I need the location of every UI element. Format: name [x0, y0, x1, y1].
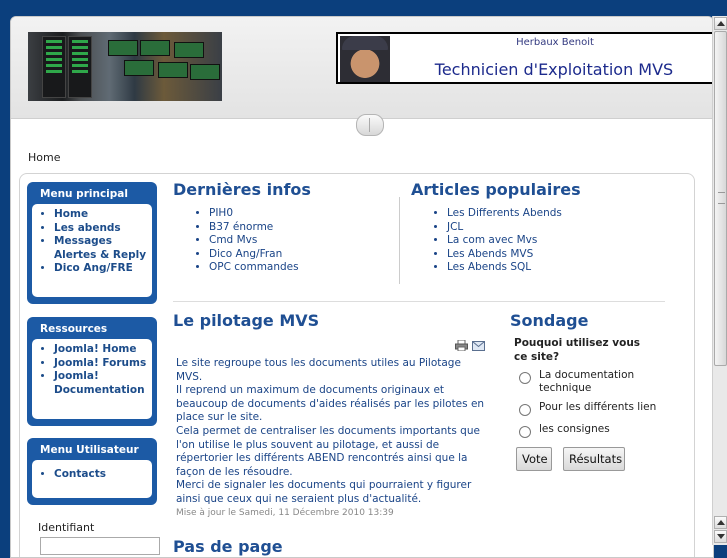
article-paragraph: Il reprend un maximum de documents origi… — [176, 384, 485, 424]
radio-button[interactable] — [519, 426, 531, 438]
list-item[interactable]: Les Abends MVS — [447, 248, 562, 262]
menu-principal: Menu principal Home Les abends Messages … — [27, 182, 157, 304]
list-item[interactable]: Les Abends SQL — [447, 261, 562, 275]
menu-item-joomla-forums[interactable]: Joomla! Forums — [54, 357, 152, 371]
menu-principal-title: Menu principal — [40, 188, 128, 200]
menu-utilisateur: Menu Utilisateur Contacts — [27, 438, 157, 505]
poll-option-label: les consignes — [539, 423, 610, 435]
list-item[interactable]: B37 énorme — [209, 221, 299, 235]
header-datacenter-image — [28, 32, 222, 101]
radio-button[interactable] — [519, 404, 531, 416]
header-collapse-toggle[interactable] — [356, 114, 384, 136]
menu-item-joomla-home[interactable]: Joomla! Home — [54, 343, 152, 357]
header: Herbaux Benoit Technicien d'Exploitation… — [11, 17, 713, 119]
dernieres-infos-list: PIH0 B37 énorme Cmd Mvs Dico Ang/Fran OP… — [173, 207, 299, 275]
banner-job-title: Technicien d'Exploitation MVS — [434, 60, 674, 79]
page-container: Herbaux Benoit Technicien d'Exploitation… — [10, 16, 714, 558]
menu-item-joomla-documentation[interactable]: Joomla! Documentation — [54, 370, 152, 397]
next-article-title: Pas de page — [173, 537, 283, 556]
article-paragraph: Le site regroupe tous les documents util… — [176, 357, 461, 383]
section-divider — [173, 301, 665, 302]
vote-button[interactable]: Vote — [516, 447, 552, 471]
radio-button[interactable] — [519, 372, 531, 384]
menu-item-les-abends[interactable]: Les abends — [54, 222, 152, 236]
menu-item-messages-alertes[interactable]: Messages Alertes & Reply — [54, 235, 152, 262]
list-item[interactable]: Dico Ang/Fran — [209, 248, 299, 262]
menu-utilisateur-title: Menu Utilisateur — [40, 444, 139, 456]
scroll-up-button[interactable] — [714, 516, 727, 529]
poll-option-label: La documentation technique — [539, 369, 635, 394]
article-paragraph: Cela permet de centraliser les documents… — [176, 424, 480, 478]
scroll-down-button[interactable] — [714, 530, 727, 543]
article-title: Le pilotage MVS — [173, 311, 320, 330]
list-item[interactable]: PIH0 — [209, 207, 299, 221]
breadcrumb[interactable]: Home — [28, 151, 60, 164]
articles-populaires-list: Les Differents Abends JCL La com avec Mv… — [411, 207, 562, 275]
login-username-label: Identifiant — [38, 521, 95, 534]
article-paragraph: Merci de signaler les documents qui pour… — [176, 479, 472, 505]
scrollbar-thumb[interactable] — [714, 31, 727, 366]
dernieres-infos-title: Dernières infos — [173, 180, 311, 199]
article-body: Le site regroupe tous les documents util… — [176, 357, 486, 507]
articles-populaires-title: Articles populaires — [411, 180, 581, 199]
poll-option-label: Pour les différents lien — [539, 401, 657, 413]
list-item[interactable]: Cmd Mvs — [209, 234, 299, 248]
menu-ressources: Ressources Joomla! Home Joomla! Forums J… — [27, 317, 157, 426]
menu-item-home[interactable]: Home — [54, 208, 152, 222]
article-modified-date: Mise à jour le Samedi, 11 Décembre 2010 … — [176, 508, 394, 518]
list-item[interactable]: Les Differents Abends — [447, 207, 562, 221]
email-icon[interactable] — [472, 341, 485, 351]
header-banner: Herbaux Benoit Technicien d'Exploitation… — [336, 32, 713, 84]
print-icon[interactable] — [455, 340, 468, 351]
menu-item-contacts[interactable]: Contacts — [54, 468, 152, 482]
scroll-up-button[interactable] — [714, 17, 727, 30]
list-item[interactable]: OPC commandes — [209, 261, 299, 275]
ressources-title: Ressources — [40, 323, 108, 335]
results-button[interactable]: Résultats — [563, 447, 625, 471]
list-item[interactable]: La com avec Mvs — [447, 234, 562, 248]
banner-author-name: Herbaux Benoit — [516, 37, 594, 48]
vertical-scrollbar[interactable] — [712, 16, 727, 545]
poll-title: Sondage — [510, 311, 589, 330]
login-username-input[interactable] — [40, 537, 160, 555]
column-divider — [399, 197, 400, 284]
poll-question: Pouquoi utilisez vous ce site? — [514, 337, 641, 363]
menu-item-dico[interactable]: Dico Ang/FRE — [54, 262, 152, 276]
list-item[interactable]: JCL — [447, 221, 562, 235]
